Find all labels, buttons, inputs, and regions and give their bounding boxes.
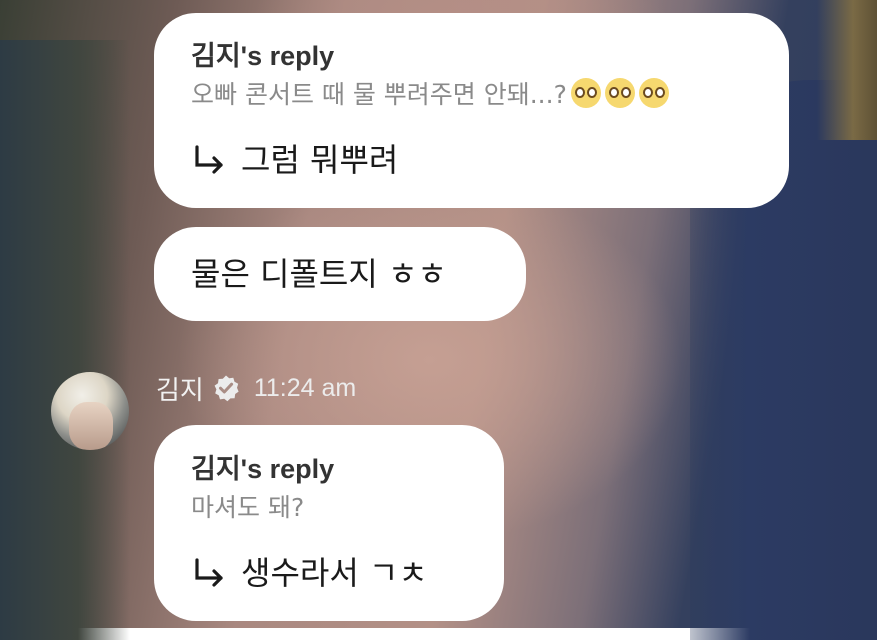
message-text: 물은 디폴트지 ㅎㅎ <box>191 255 447 293</box>
quoted-message: 오빠 콘서트 때 물 뿌려주면 안돼...? <box>191 78 789 112</box>
reply-label: 김지's reply <box>191 41 335 71</box>
answer-text: 그럼 뭐뿌려 <box>241 141 399 179</box>
pleading-face-emoji-icon <box>638 78 669 108</box>
pleading-face-emoji-icon <box>604 78 635 108</box>
message-bubble[interactable]: 물은 디폴트지 ㅎㅎ <box>154 227 526 321</box>
background-wall <box>817 0 877 140</box>
quoted-text: 마셔도 돼? <box>191 493 305 522</box>
reply-bubble[interactable]: 김지's reply 마셔도 돼? 생수라서 ㄱㅊ <box>154 425 504 621</box>
quoted-text: 오빠 콘서트 때 물 뿌려주면 안돼...? <box>191 80 567 109</box>
message-time: 11:24 am <box>253 373 357 402</box>
verified-badge-icon <box>214 375 239 402</box>
reply-arrow-icon <box>195 145 223 174</box>
sender-name: 김지 <box>156 375 204 406</box>
reply-label: 김지's reply <box>191 454 335 484</box>
message-meta: 김지 11:24 am <box>156 371 357 406</box>
background-shadow-left <box>0 40 130 640</box>
reply-answer: 그럼 뭐뿌려 <box>191 140 789 180</box>
avatar[interactable] <box>51 372 129 450</box>
reply-bubble[interactable]: 김지's reply 오빠 콘서트 때 물 뿌려주면 안돼...? 그럼 뭐뿌려 <box>154 13 789 208</box>
answer-text: 생수라서 ㄱㅊ <box>241 554 428 592</box>
reply-answer: 생수라서 ㄱㅊ <box>191 553 504 593</box>
pleading-face-emoji-icon <box>570 78 601 108</box>
reply-arrow-icon <box>195 558 223 587</box>
